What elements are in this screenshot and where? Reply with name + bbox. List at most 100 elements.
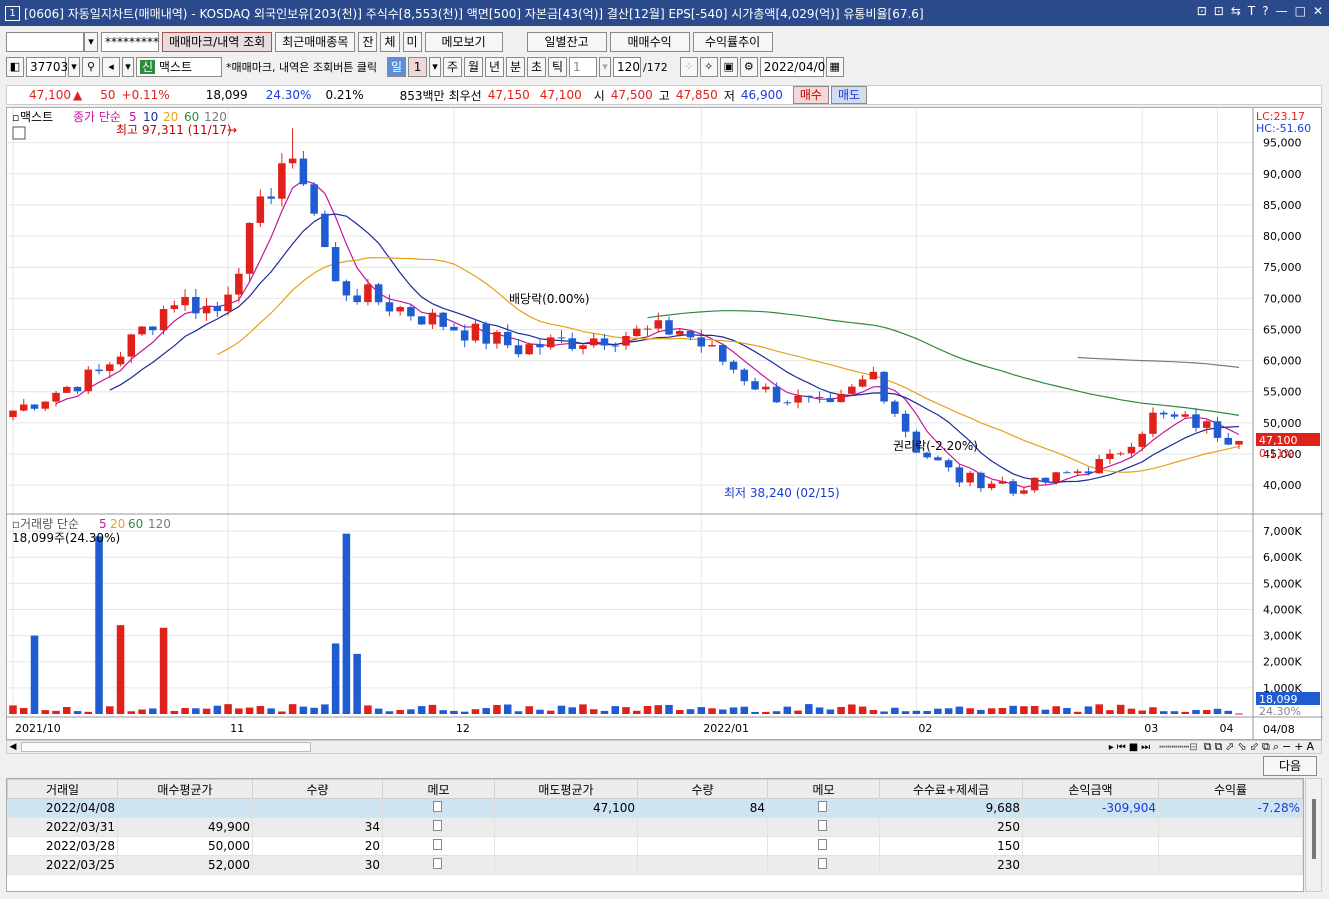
candle-body [385,302,394,312]
unexecuted-button[interactable]: 미 [402,32,422,52]
ma10-legend: 10 [143,110,158,124]
candle-body [794,395,802,403]
memo-icon[interactable] [767,798,880,818]
trade-profit-button[interactable]: 매매수익 [609,32,690,52]
tick-dropdown-icon[interactable]: ▾ [599,57,612,77]
memo-view-button[interactable]: 메모보기 [424,32,503,52]
gear-icon[interactable]: ⚙ [739,57,758,77]
chevron-down-icon[interactable]: ▾ [84,32,98,52]
volume-bar [41,710,50,714]
account-select[interactable] [6,32,84,52]
tool-icons[interactable]: ⧉⧉⬀⬂⬃⧉⌕−+A [1204,740,1317,754]
cell-fee: 230 [879,855,1023,875]
period-month[interactable]: 월 [464,57,484,77]
day-count-dropdown-icon[interactable]: ▾ [429,57,442,77]
scroll-left-icon[interactable]: ◀ [7,742,19,752]
scroll-thumb[interactable] [21,742,311,752]
recent-trades-button[interactable]: 최근매매종목 [275,32,356,52]
executed-button[interactable]: 체 [380,32,400,52]
table-row[interactable]: 2022/04/08 47,100 84 9,688 -309,904 -7.2… [7,798,1303,818]
speaker-dropdown-icon[interactable]: ▾ [122,57,134,77]
save-icon[interactable]: ▣ [719,57,738,77]
next-button[interactable]: 다음 [1263,756,1317,776]
memo-icon[interactable] [767,836,880,856]
minimize-icon[interactable]: — [1276,4,1288,18]
chart-panel[interactable]: 95,000 90,000 85,000 80,000 75,000 70,000 65,0… [6,107,1323,741]
low-label: 저 [723,88,735,103]
stock-chart[interactable]: 95,000 90,000 85,000 80,000 75,000 70,000 65,0… [7,108,1323,741]
balance-button[interactable]: 잔 [358,32,378,52]
tick-value-input[interactable]: 1 [569,57,598,77]
trade-mark-query-button[interactable]: 매매마크/내역 조회 [162,32,273,52]
copy-icon[interactable]: ⊡ [1214,4,1224,18]
date-input[interactable]: 2022/04/08 [759,57,833,77]
period-day-count[interactable]: 1 [408,57,428,77]
candle-body [235,273,243,295]
volume-bar [278,711,286,714]
cell-profit [1022,817,1159,837]
code-dropdown-icon[interactable]: ▾ [68,57,80,77]
magic-icon[interactable]: ✧ [699,57,718,77]
candle-body [181,296,189,306]
link-icon[interactable]: ⇆ [1231,4,1241,18]
panel-icon[interactable]: ◧ [6,57,24,77]
maximize-icon[interactable]: □ [1295,4,1306,18]
memo-icon[interactable] [382,798,495,818]
close-icon[interactable]: ✕ [1313,4,1323,18]
table-row[interactable]: 2022/03/28 50,000 20 150 [7,836,1303,856]
candle-body [30,404,39,409]
candle-body [1030,477,1039,491]
navigation-icons[interactable]: ▸⏮■⏭ [1109,742,1153,753]
buy-button[interactable]: 매수 [792,86,829,104]
x-tick-label: 2021/10 [15,722,61,735]
cell-sell-avg [494,836,638,856]
table-scrollbar[interactable] [1305,778,1322,892]
memo-icon[interactable] [767,855,880,875]
period-day[interactable]: 일 [387,57,407,77]
period-week[interactable]: 주 [443,57,463,77]
password-field[interactable]: ********* [101,32,159,52]
period-tick[interactable]: 틱 [548,57,568,77]
table-row[interactable]: 2022/03/31 49,900 34 250 [7,817,1303,837]
period-second[interactable]: 초 [527,57,547,77]
chart-scrollbar[interactable]: ◀ ▸⏮■⏭ ┅┅┅┅┅⊟ ⧉⧉⬀⬂⬃⧉⌕−+A [6,740,1322,754]
volume-bar [622,707,630,714]
period-minute[interactable]: 분 [506,57,526,77]
table-row[interactable]: 2022/03/25 52,000 30 230 [7,855,1303,875]
memo-icon[interactable] [382,855,495,875]
last-date-label: 04/08 [1263,723,1295,736]
help-icon[interactable]: ? [1262,4,1268,18]
sell-button[interactable]: 매도 [830,86,868,104]
return-trend-button[interactable]: 수익률추이 [692,32,773,52]
vol-tick-label: 7,000K [1263,525,1302,538]
stock-name-field[interactable]: 신 맥스트 [136,57,222,77]
speaker-icon[interactable]: ◂ [102,57,120,77]
count-input[interactable]: 120 [613,57,642,77]
table-scroll-thumb[interactable] [1311,799,1316,859]
candle-body [1138,433,1146,447]
calendar-icon[interactable]: ▦ [825,57,844,77]
zoom-slider[interactable]: ┅┅┅┅┅⊟ [1159,742,1197,753]
layout-icon[interactable]: ⊡ [1197,4,1207,18]
dots-icon[interactable]: ⁘ [679,57,698,77]
volume-bar [202,708,211,714]
candle-body [149,326,157,331]
font-icon[interactable]: T [1248,4,1255,18]
memo-icon[interactable] [382,817,495,837]
memo-icon[interactable] [382,836,495,856]
period-year[interactable]: 년 [485,57,505,77]
toolbar-1: ▾ ********* 매매마크/내역 조회 최근매매종목 잔 체 미 메모보기… [0,31,1329,53]
col-trade-date: 거래일 [7,779,118,799]
candles [9,128,1243,497]
volume-bar [536,709,544,714]
volume-bar [719,709,727,714]
volume-bar [396,709,404,714]
volume-bar [1127,708,1136,714]
cell-sell-qty [637,836,768,856]
stock-code-input[interactable]: 377030 [26,57,76,77]
candle-body [1235,440,1243,445]
calculator-icon[interactable] [12,126,26,140]
search-icon[interactable]: ⚲ [82,57,100,77]
daily-balance-button[interactable]: 일별잔고 [526,32,607,52]
memo-icon[interactable] [767,817,880,837]
